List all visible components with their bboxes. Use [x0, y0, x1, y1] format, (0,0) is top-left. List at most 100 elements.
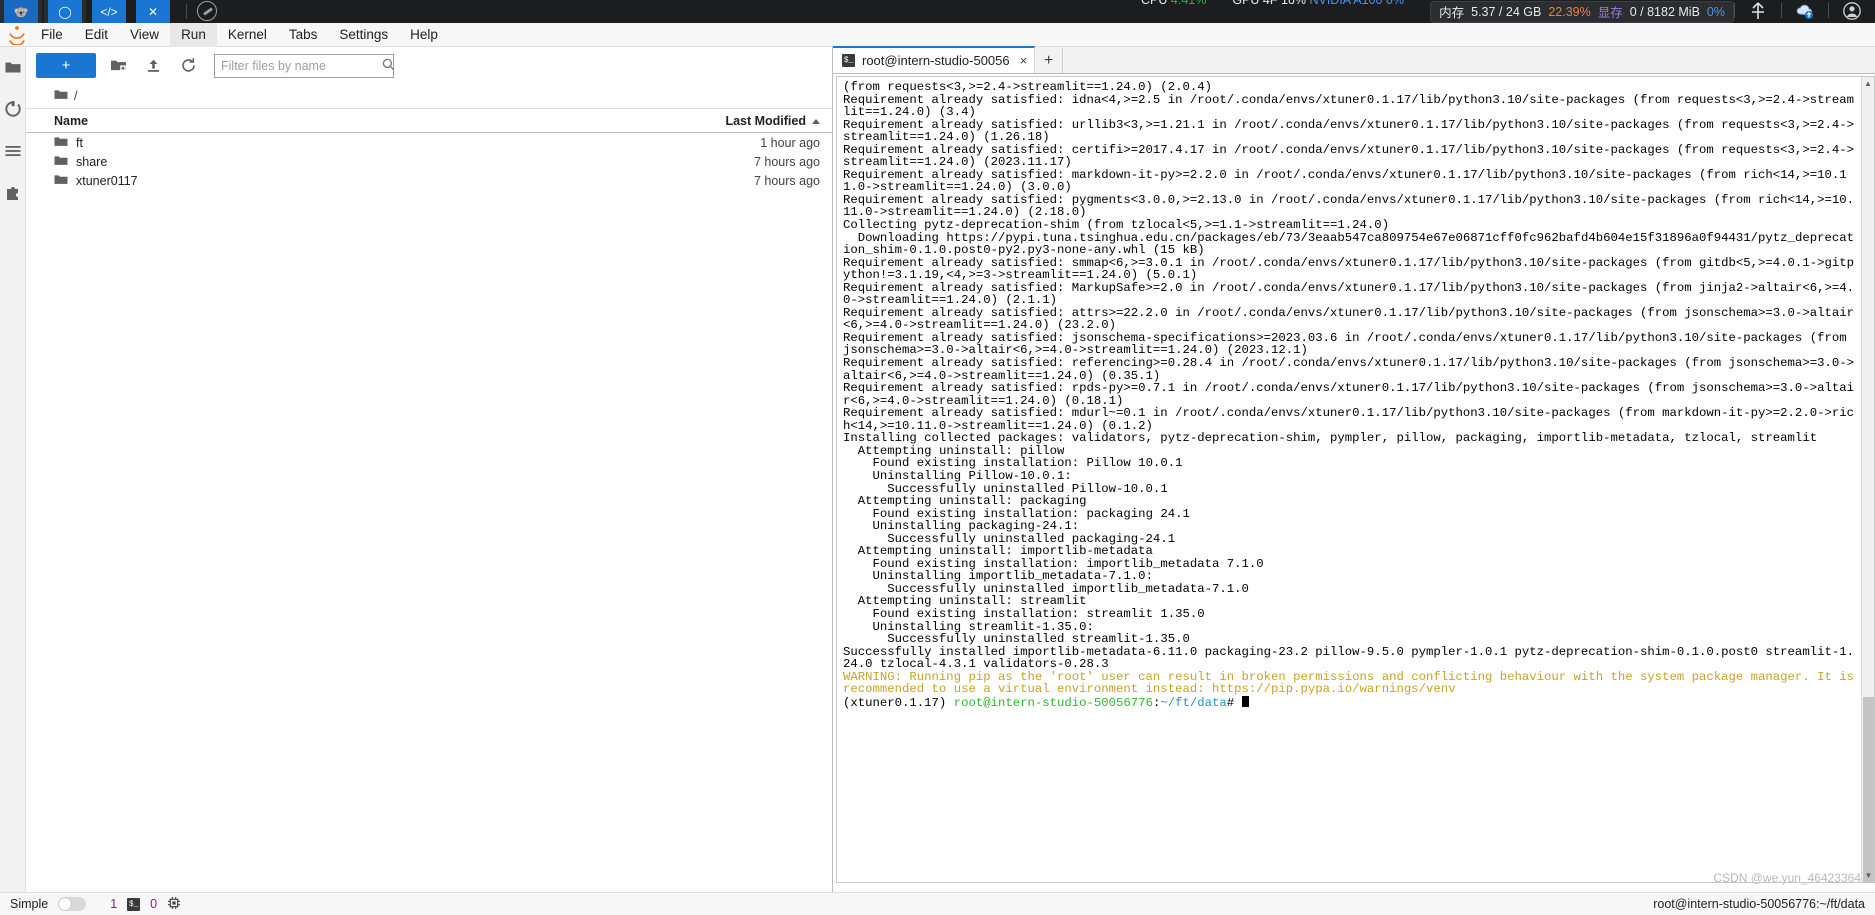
- terminal-scrollbar[interactable]: ▲ ▼: [1861, 77, 1874, 882]
- column-header-name[interactable]: Name: [54, 114, 670, 128]
- terminal-prompt-symbol: #: [1226, 695, 1235, 710]
- memory-stats-pill: 内存 5.37 / 24 GB 22.39% 显存 0 / 8182 MiB 0…: [1430, 1, 1734, 23]
- upload-cloud-icon[interactable]: [1782, 0, 1828, 22]
- file-name-label: share: [76, 154, 108, 169]
- table-row[interactable]: xtuner0117 7 hours ago: [26, 171, 832, 190]
- file-browser-toolbar: +: [26, 47, 832, 84]
- vscode-icon: ✕: [136, 0, 170, 25]
- terminal-tab-bar: $_ root@intern-studio-50056 × +: [833, 46, 1875, 74]
- menu-run[interactable]: Run: [170, 22, 217, 47]
- breadcrumb-path[interactable]: /: [74, 89, 77, 103]
- search-icon: [382, 58, 395, 74]
- terminal-count: 1: [110, 897, 118, 911]
- sidebar-item-file-browser[interactable]: [3, 57, 23, 77]
- kernel-count: 0: [150, 897, 158, 911]
- app-icon-vscode[interactable]: ✕: [132, 0, 174, 25]
- memory-percent: 22.39%: [1548, 4, 1591, 19]
- column-header-last-modified-label: Last Modified: [725, 113, 806, 128]
- file-name-cell[interactable]: share: [54, 154, 670, 170]
- os-right-icons: [1734, 0, 1875, 22]
- file-name-cell[interactable]: xtuner0117: [54, 173, 670, 189]
- terminal-prompt-path: ~/ft/data: [1160, 695, 1227, 710]
- memory-label: 内存: [1439, 6, 1465, 20]
- scroll-down-icon[interactable]: ▼: [1862, 869, 1874, 882]
- system-stats-overflow: CPU 4.41% GPU 4F 16% NVIDIA A100 0%: [1141, 0, 1404, 7]
- os-top-bar: 🐨 ◯ </> ✕ CPU 4.41% GPU 4F 16% NVIDIA A1…: [0, 0, 1875, 25]
- os-divider: [186, 4, 187, 19]
- terminal-icon: $_: [842, 54, 855, 67]
- folder-icon: [54, 154, 68, 170]
- simple-mode-toggle[interactable]: [58, 897, 87, 911]
- terminal-icon[interactable]: $_: [127, 897, 141, 911]
- column-header-last-modified[interactable]: Last Modified: [670, 114, 820, 128]
- owl-icon: 🐨: [4, 0, 38, 25]
- file-list: ft 1 hour ago share 7 hours ago xtuner0117 7 …: [26, 133, 832, 190]
- menu-settings[interactable]: Settings: [328, 23, 399, 47]
- refresh-icon[interactable]: [175, 53, 201, 78]
- terminal-prompt-env: (xtuner0.1.17): [843, 695, 954, 710]
- folder-icon: [54, 88, 68, 104]
- jupyter-logo: [4, 23, 30, 47]
- app-icon-owl[interactable]: 🐨: [0, 0, 42, 25]
- terminal-stdout: (from requests<3,>=2.4->streamlit==1.24.…: [843, 80, 1854, 672]
- search-input[interactable]: [221, 58, 382, 73]
- table-row[interactable]: share 7 hours ago: [26, 152, 832, 171]
- sidebar-item-command-palette[interactable]: [3, 141, 23, 161]
- sidebar-item-extension-manager[interactable]: [3, 183, 23, 203]
- file-name-label: xtuner0117: [76, 173, 138, 188]
- watermark: CSDN @we.yun_46423364: [1713, 871, 1861, 885]
- menu-file[interactable]: File: [30, 23, 74, 47]
- chip-icon[interactable]: [167, 896, 181, 913]
- terminal-panel: $_ root@intern-studio-50056 × + (from re…: [833, 46, 1875, 892]
- cpu-label: CPU: [1141, 0, 1168, 7]
- app-icon-code[interactable]: </>: [88, 0, 130, 25]
- memory-value: 5.37 / 24 GB: [1471, 4, 1542, 19]
- file-modified-cell: 7 hours ago: [753, 173, 820, 188]
- scrollbar-thumb[interactable]: [1863, 697, 1874, 882]
- new-folder-icon[interactable]: [105, 53, 131, 78]
- gpu-label: GPU 4F 16%: [1232, 0, 1306, 7]
- terminal-output[interactable]: (from requests<3,>=2.4->streamlit==1.24.…: [837, 77, 1861, 882]
- file-name-label: ft: [76, 135, 83, 150]
- sort-ascending-icon: [812, 118, 820, 124]
- file-list-header: Name Last Modified: [26, 108, 832, 133]
- filter-files-box[interactable]: [214, 53, 395, 78]
- account-circle-icon[interactable]: [1829, 0, 1875, 22]
- compass-icon: [197, 1, 217, 21]
- chat-icon: ◯: [48, 0, 82, 25]
- menu-tabs[interactable]: Tabs: [278, 23, 329, 47]
- tab-terminal-label: root@intern-studio-50056: [862, 53, 1010, 68]
- simple-mode-label: Simple: [10, 897, 49, 911]
- menu-bar: File Edit View Run Kernel Tabs Settings …: [0, 22, 1875, 47]
- activity-bar: [0, 47, 26, 892]
- compass-button[interactable]: [197, 0, 217, 23]
- tab-terminal[interactable]: $_ root@intern-studio-50056 ×: [833, 46, 1036, 73]
- menu-help[interactable]: Help: [399, 23, 449, 47]
- folder-icon: [54, 135, 68, 151]
- current-path-status: root@intern-studio-50056776:~/ft/data: [1653, 897, 1865, 911]
- table-row[interactable]: ft 1 hour ago: [26, 133, 832, 152]
- terminal-body[interactable]: (from requests<3,>=2.4->streamlit==1.24.…: [836, 76, 1875, 883]
- menu-edit[interactable]: Edit: [74, 23, 119, 47]
- code-icon: </>: [92, 0, 126, 25]
- breadcrumb[interactable]: /: [26, 84, 832, 108]
- file-modified-cell: 1 hour ago: [760, 135, 820, 150]
- file-name-cell[interactable]: ft: [54, 135, 670, 151]
- close-icon[interactable]: ×: [1020, 53, 1028, 68]
- new-launcher-button[interactable]: +: [36, 53, 96, 78]
- status-bar-right: root@intern-studio-50056776:~/ft/data: [1653, 897, 1865, 911]
- app-icon-chat[interactable]: ◯: [44, 0, 86, 25]
- gpu-value: NVIDIA A100: [1309, 0, 1383, 7]
- tianyi-icon[interactable]: [1735, 0, 1781, 22]
- menu-view[interactable]: View: [119, 23, 170, 47]
- terminal-prompt-userhost: root@intern-studio-50056776: [953, 695, 1153, 710]
- menu-kernel[interactable]: Kernel: [217, 23, 278, 47]
- vram-percent: 0%: [1706, 4, 1725, 19]
- add-tab-button[interactable]: +: [1035, 48, 1064, 73]
- sidebar-item-running-kernels[interactable]: [3, 99, 23, 119]
- system-stats: CPU 4.41% GPU 4F 16% NVIDIA A100 0% 内存 5…: [1141, 0, 1875, 23]
- terminal-warning: WARNING: Running pip as the 'root' user …: [843, 669, 1854, 697]
- upload-icon[interactable]: [140, 53, 166, 78]
- scroll-up-icon[interactable]: ▲: [1862, 77, 1874, 90]
- terminal-cursor: [1241, 695, 1249, 707]
